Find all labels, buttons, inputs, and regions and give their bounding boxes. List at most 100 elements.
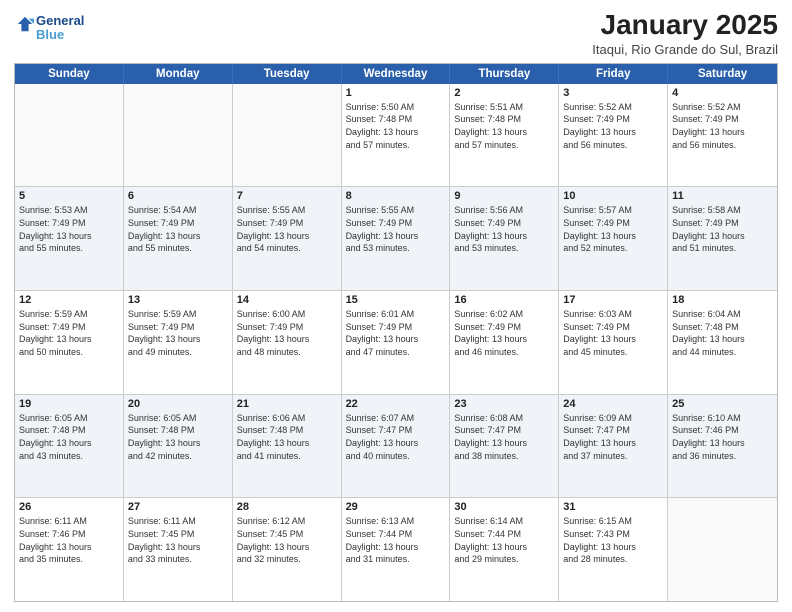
calendar-cell	[124, 84, 233, 187]
day-number: 25	[672, 398, 773, 410]
calendar-cell: 4Sunrise: 5:52 AM Sunset: 7:49 PM Daylig…	[668, 84, 777, 187]
calendar-row: 19 Sunrise: 6:05 AM Sunset: 7:48 PM Dayli…	[15, 395, 777, 499]
cell-info: Sunrise: 6:07 AM Sunset: 7:47 PM Dayligh…	[346, 412, 446, 462]
calendar-cell: 20 Sunrise: 6:05 AM Sunset: 7:48 PM Dayli…	[124, 395, 233, 498]
cell-info: Sunrise: 5:58 AM Sunset: 7:49 PM Dayligh…	[672, 204, 773, 254]
day-number: 28	[237, 501, 337, 513]
calendar-cell: 21 Sunrise: 6:06 AM Sunset: 7:48 PM Dayli…	[233, 395, 342, 498]
cell-info: Sunrise: 5:51 AM Sunset: 7:48 PM Dayligh…	[454, 101, 554, 151]
weekday-header: Saturday	[668, 64, 777, 84]
calendar: SundayMondayTuesdayWednesdayThursdayFrid…	[14, 63, 778, 602]
day-number: 21	[237, 398, 337, 410]
calendar-header: SundayMondayTuesdayWednesdayThursdayFrid…	[15, 64, 777, 84]
page: General Blue January 2025 Itaqui, Rio Gr…	[0, 0, 792, 612]
header: General Blue January 2025 Itaqui, Rio Gr…	[14, 10, 778, 57]
cell-info: Sunrise: 6:05 AM Sunset: 7:48 PM Dayligh…	[128, 412, 228, 462]
logo-text-blue: Blue	[36, 28, 84, 42]
day-number: 27	[128, 501, 228, 513]
calendar-cell	[668, 498, 777, 601]
day-number: 3	[563, 87, 663, 99]
cell-info: Sunrise: 5:59 AM Sunset: 7:49 PM Dayligh…	[128, 308, 228, 358]
calendar-cell: 10 Sunrise: 5:57 AM Sunset: 7:49 PM Dayli…	[559, 187, 668, 290]
cell-info: Sunrise: 6:09 AM Sunset: 7:47 PM Dayligh…	[563, 412, 663, 462]
calendar-cell: 30Sunrise: 6:14 AM Sunset: 7:44 PM Dayli…	[450, 498, 559, 601]
day-number: 7	[237, 190, 337, 202]
cell-info: Sunrise: 5:52 AM Sunset: 7:49 PM Dayligh…	[563, 101, 663, 151]
weekday-header: Wednesday	[342, 64, 451, 84]
cell-info: Sunrise: 6:15 AM Sunset: 7:43 PM Dayligh…	[563, 515, 663, 565]
day-number: 14	[237, 294, 337, 306]
weekday-header: Monday	[124, 64, 233, 84]
calendar-cell: 2 Sunrise: 5:51 AM Sunset: 7:48 PM Daylig…	[450, 84, 559, 187]
calendar-row: 1Sunrise: 5:50 AM Sunset: 7:48 PM Daylig…	[15, 84, 777, 188]
calendar-cell: 22 Sunrise: 6:07 AM Sunset: 7:47 PM Dayli…	[342, 395, 451, 498]
calendar-cell: 19 Sunrise: 6:05 AM Sunset: 7:48 PM Dayli…	[15, 395, 124, 498]
weekday-header: Tuesday	[233, 64, 342, 84]
cell-info: Sunrise: 5:55 AM Sunset: 7:49 PM Dayligh…	[346, 204, 446, 254]
calendar-cell: 17 Sunrise: 6:03 AM Sunset: 7:49 PM Dayli…	[559, 291, 668, 394]
calendar-cell: 6 Sunrise: 5:54 AM Sunset: 7:49 PM Daylig…	[124, 187, 233, 290]
calendar-cell: 9 Sunrise: 5:56 AM Sunset: 7:49 PM Daylig…	[450, 187, 559, 290]
cell-info: Sunrise: 5:54 AM Sunset: 7:49 PM Dayligh…	[128, 204, 228, 254]
calendar-cell: 25 Sunrise: 6:10 AM Sunset: 7:46 PM Dayli…	[668, 395, 777, 498]
cell-info: Sunrise: 5:59 AM Sunset: 7:49 PM Dayligh…	[19, 308, 119, 358]
cell-info: Sunrise: 5:55 AM Sunset: 7:49 PM Dayligh…	[237, 204, 337, 254]
cell-info: Sunrise: 6:00 AM Sunset: 7:49 PM Dayligh…	[237, 308, 337, 358]
day-number: 23	[454, 398, 554, 410]
cell-info: Sunrise: 6:03 AM Sunset: 7:49 PM Dayligh…	[563, 308, 663, 358]
calendar-cell: 18 Sunrise: 6:04 AM Sunset: 7:48 PM Dayli…	[668, 291, 777, 394]
calendar-cell: 27 Sunrise: 6:11 AM Sunset: 7:45 PM Dayli…	[124, 498, 233, 601]
location: Itaqui, Rio Grande do Sul, Brazil	[592, 42, 778, 57]
calendar-cell: 13 Sunrise: 5:59 AM Sunset: 7:49 PM Dayli…	[124, 291, 233, 394]
cell-info: Sunrise: 5:53 AM Sunset: 7:49 PM Dayligh…	[19, 204, 119, 254]
day-number: 9	[454, 190, 554, 202]
cell-info: Sunrise: 6:05 AM Sunset: 7:48 PM Dayligh…	[19, 412, 119, 462]
logo-text-general: General	[36, 14, 84, 28]
day-number: 12	[19, 294, 119, 306]
cell-info: Sunrise: 5:57 AM Sunset: 7:49 PM Dayligh…	[563, 204, 663, 254]
day-number: 31	[563, 501, 663, 513]
calendar-cell	[15, 84, 124, 187]
cell-info: Sunrise: 6:10 AM Sunset: 7:46 PM Dayligh…	[672, 412, 773, 462]
day-number: 22	[346, 398, 446, 410]
calendar-cell: 29Sunrise: 6:13 AM Sunset: 7:44 PM Dayli…	[342, 498, 451, 601]
day-number: 29	[346, 501, 446, 513]
calendar-row: 5 Sunrise: 5:53 AM Sunset: 7:49 PM Daylig…	[15, 187, 777, 291]
calendar-cell: 23 Sunrise: 6:08 AM Sunset: 7:47 PM Dayli…	[450, 395, 559, 498]
calendar-cell: 8Sunrise: 5:55 AM Sunset: 7:49 PM Daylig…	[342, 187, 451, 290]
calendar-cell: 26Sunrise: 6:11 AM Sunset: 7:46 PM Dayli…	[15, 498, 124, 601]
day-number: 1	[346, 87, 446, 99]
day-number: 20	[128, 398, 228, 410]
cell-info: Sunrise: 6:04 AM Sunset: 7:48 PM Dayligh…	[672, 308, 773, 358]
day-number: 6	[128, 190, 228, 202]
day-number: 24	[563, 398, 663, 410]
day-number: 19	[19, 398, 119, 410]
day-number: 10	[563, 190, 663, 202]
calendar-cell: 24 Sunrise: 6:09 AM Sunset: 7:47 PM Dayli…	[559, 395, 668, 498]
calendar-cell: 5 Sunrise: 5:53 AM Sunset: 7:49 PM Daylig…	[15, 187, 124, 290]
calendar-body: 1Sunrise: 5:50 AM Sunset: 7:48 PM Daylig…	[15, 84, 777, 601]
month-title: January 2025	[592, 10, 778, 41]
cell-info: Sunrise: 6:06 AM Sunset: 7:48 PM Dayligh…	[237, 412, 337, 462]
calendar-cell: 15Sunrise: 6:01 AM Sunset: 7:49 PM Dayli…	[342, 291, 451, 394]
cell-info: Sunrise: 6:11 AM Sunset: 7:45 PM Dayligh…	[128, 515, 228, 565]
calendar-cell: 16Sunrise: 6:02 AM Sunset: 7:49 PM Dayli…	[450, 291, 559, 394]
calendar-cell: 28 Sunrise: 6:12 AM Sunset: 7:45 PM Dayli…	[233, 498, 342, 601]
cell-info: Sunrise: 6:12 AM Sunset: 7:45 PM Dayligh…	[237, 515, 337, 565]
day-number: 2	[454, 87, 554, 99]
calendar-cell: 14 Sunrise: 6:00 AM Sunset: 7:49 PM Dayli…	[233, 291, 342, 394]
cell-info: Sunrise: 6:11 AM Sunset: 7:46 PM Dayligh…	[19, 515, 119, 565]
weekday-header: Thursday	[450, 64, 559, 84]
cell-info: Sunrise: 5:56 AM Sunset: 7:49 PM Dayligh…	[454, 204, 554, 254]
day-number: 5	[19, 190, 119, 202]
calendar-cell: 31 Sunrise: 6:15 AM Sunset: 7:43 PM Dayli…	[559, 498, 668, 601]
day-number: 17	[563, 294, 663, 306]
cell-info: Sunrise: 6:14 AM Sunset: 7:44 PM Dayligh…	[454, 515, 554, 565]
calendar-row: 12 Sunrise: 5:59 AM Sunset: 7:49 PM Dayli…	[15, 291, 777, 395]
day-number: 4	[672, 87, 773, 99]
weekday-header: Sunday	[15, 64, 124, 84]
cell-info: Sunrise: 6:08 AM Sunset: 7:47 PM Dayligh…	[454, 412, 554, 462]
day-number: 13	[128, 294, 228, 306]
calendar-cell: 11Sunrise: 5:58 AM Sunset: 7:49 PM Dayli…	[668, 187, 777, 290]
day-number: 18	[672, 294, 773, 306]
